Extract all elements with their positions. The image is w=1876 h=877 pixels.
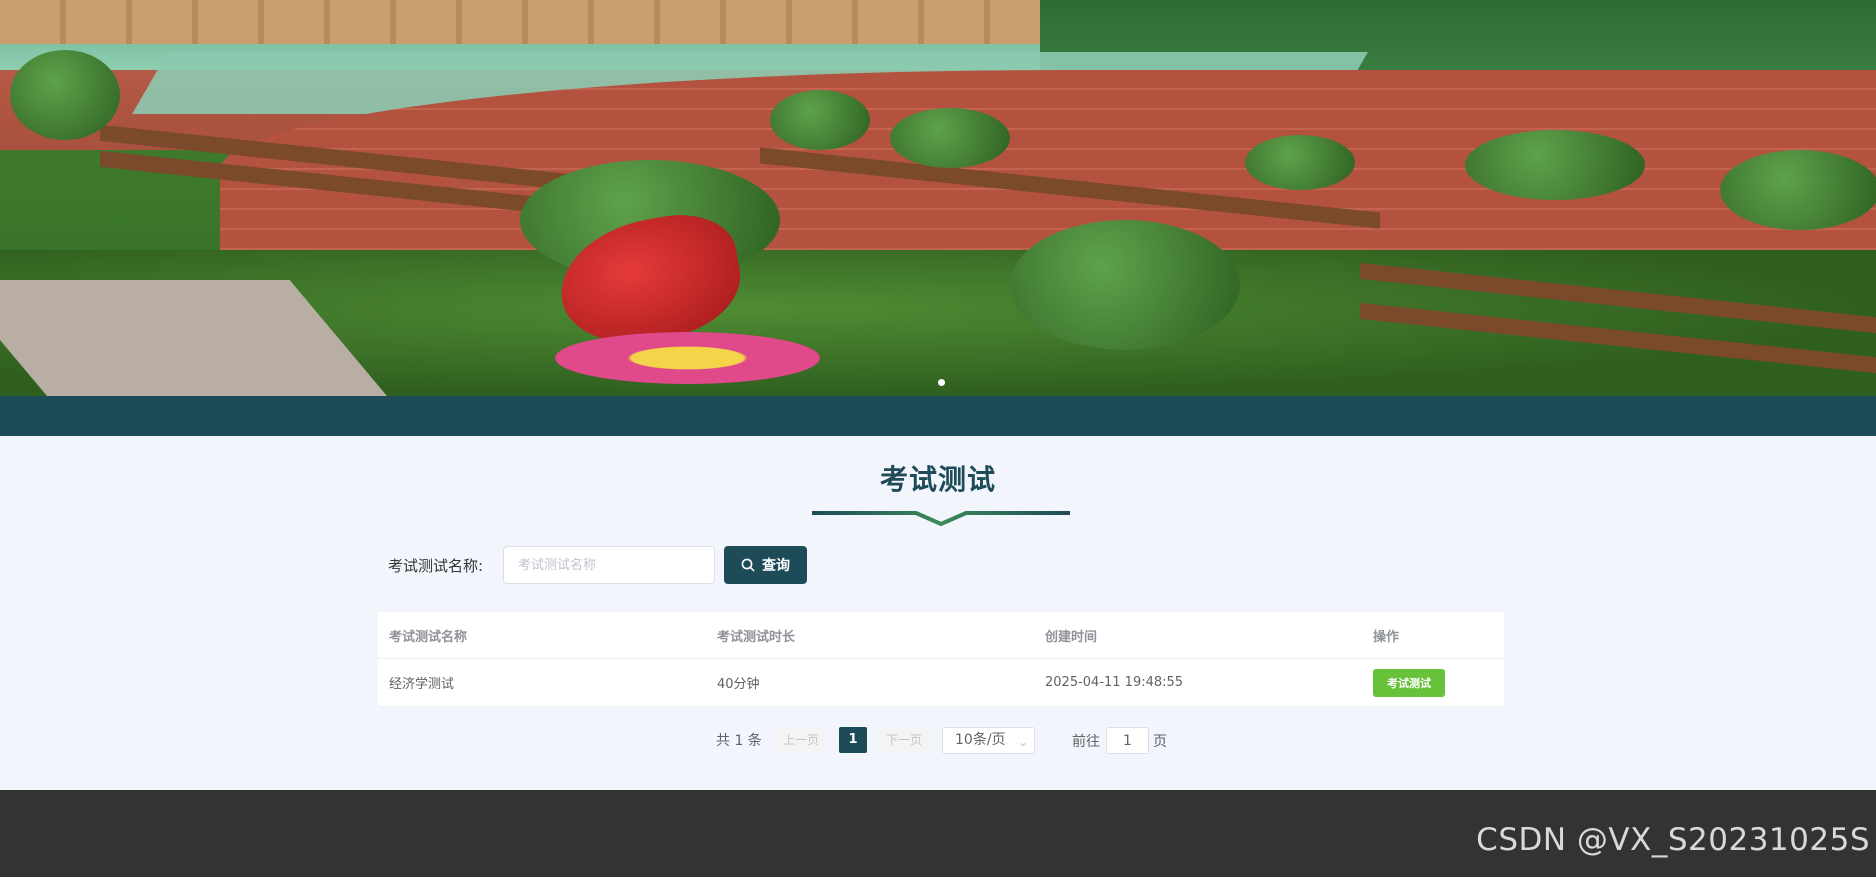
banner-bottom-band — [0, 396, 1876, 436]
pagination-page-1[interactable]: 1 — [839, 727, 867, 753]
search-label: 考试测试名称: — [388, 557, 484, 575]
pagination-goto-input[interactable] — [1106, 727, 1149, 754]
pagination-prev-button[interactable]: 上一页 — [775, 727, 828, 753]
carousel-indicator-dot[interactable] — [938, 379, 945, 386]
banner-tree — [770, 90, 870, 150]
column-header-action: 操作 — [1373, 629, 1400, 645]
banner-building — [0, 0, 1050, 44]
pagination-next-button[interactable]: 下一页 — [878, 727, 931, 753]
search-input[interactable] — [503, 546, 715, 584]
column-header-duration: 考试测试时长 — [717, 629, 796, 645]
banner-flowerbed — [555, 332, 820, 384]
banner-tree — [890, 108, 1010, 168]
banner-tree — [1465, 130, 1645, 200]
banner-carousel — [0, 0, 1876, 396]
cell-exam-name: 经济学测试 — [389, 677, 455, 692]
take-exam-button[interactable]: 考试测试 — [1373, 668, 1445, 697]
search-button[interactable]: 查询 — [724, 546, 807, 584]
page-size-select[interactable]: 10条/页 ⌄ — [942, 727, 1035, 754]
watermark-text: CSDN @VX_S20231025S — [1476, 822, 1870, 858]
cell-created-time: 2025-04-11 19:48:55 — [1045, 675, 1184, 690]
banner-tree — [1720, 150, 1876, 230]
banner-tree — [10, 50, 120, 140]
cell-action: 考试测试 — [1362, 668, 1504, 697]
title-underline-decoration — [812, 511, 1070, 526]
search-button-label: 查询 — [762, 558, 790, 574]
banner-tree — [1010, 220, 1240, 350]
pagination-total: 共 1 条 — [716, 733, 762, 749]
pagination-page-suffix: 页 — [1153, 734, 1167, 750]
search-icon — [741, 558, 755, 572]
banner-tree — [1245, 135, 1355, 190]
page-title: 考试测试 — [879, 463, 996, 496]
column-header-created: 创建时间 — [1045, 629, 1098, 645]
column-header-name: 考试测试名称 — [389, 629, 468, 645]
chevron-down-icon: ⌄ — [1017, 735, 1028, 749]
pagination-goto-label: 前往 — [1072, 734, 1100, 750]
table-header-row: 考试测试名称 考试测试时长 创建时间 操作 — [378, 612, 1504, 659]
page-size-value: 10条/页 — [955, 732, 1006, 748]
table-row: 经济学测试 40分钟 2025-04-11 19:48:55 考试测试 — [378, 659, 1504, 707]
exam-table: 考试测试名称 考试测试时长 创建时间 操作 经济学测试 40分钟 2025-04… — [378, 612, 1504, 707]
cell-exam-duration: 40分钟 — [717, 677, 760, 692]
